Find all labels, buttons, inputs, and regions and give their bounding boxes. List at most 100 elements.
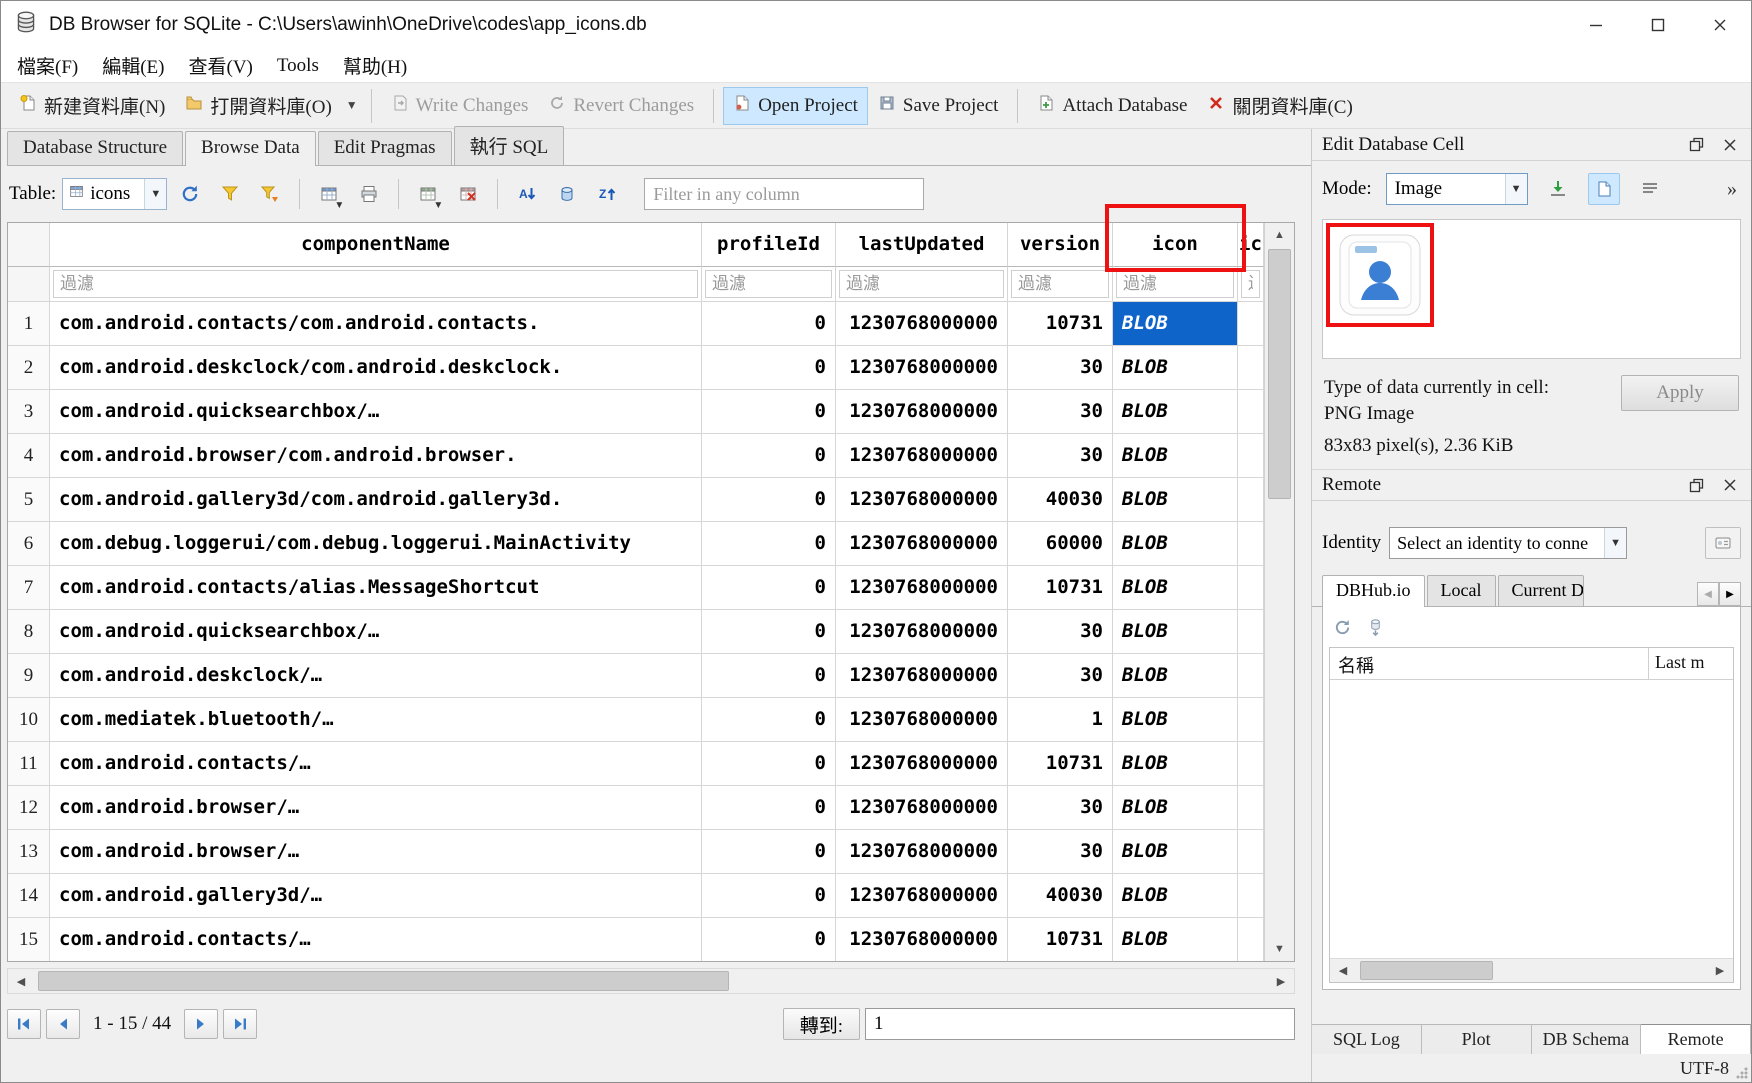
cell-icon[interactable]: BLOB [1113,346,1238,390]
cell-icon[interactable]: BLOB [1113,390,1238,434]
row-number[interactable]: 15 [8,918,50,961]
filter-version-input[interactable] [1011,270,1109,298]
row-number[interactable]: 4 [8,434,50,478]
encoding-indicator[interactable]: UTF-8 [1680,1058,1729,1079]
row-number[interactable]: 11 [8,742,50,786]
tab-execute-sql[interactable]: 執行 SQL [454,126,565,165]
cell-version[interactable]: 30 [1008,346,1113,390]
row-number[interactable]: 9 [8,654,50,698]
cell-extra[interactable] [1238,566,1264,610]
cell-version[interactable]: 1 [1008,698,1113,742]
cell-profileId[interactable]: 0 [702,874,836,918]
export-data-button[interactable] [1588,173,1620,205]
cell-componentName[interactable]: com.android.contacts/… [50,742,702,786]
float-panel-icon[interactable] [1685,474,1707,496]
cell-icon[interactable]: BLOB [1113,478,1238,522]
write-changes-button[interactable]: Write Changes [381,87,539,125]
print-button[interactable] [352,177,386,211]
tab-edit-pragmas[interactable]: Edit Pragmas [318,131,452,165]
horizontal-scroll-thumb[interactable] [38,971,729,991]
cell-icon[interactable]: BLOB [1113,918,1238,961]
scroll-left-icon[interactable]: ◀ [8,969,34,993]
filter-lastUpdated-input[interactable] [839,270,1004,298]
cell-version[interactable]: 10731 [1008,566,1113,610]
cell-profileId[interactable]: 0 [702,566,836,610]
remote-tab-local[interactable]: Local [1427,575,1496,606]
goto-page-input[interactable] [865,1008,1295,1040]
cell-extra[interactable] [1238,830,1264,874]
row-number[interactable]: 3 [8,390,50,434]
cell-version[interactable]: 30 [1008,654,1113,698]
cell-componentName[interactable]: com.android.deskclock/… [50,654,702,698]
menu-file[interactable]: 檔案(F) [5,50,90,81]
close-panel-icon[interactable] [1719,134,1741,156]
cell-componentName[interactable]: com.android.browser/… [50,830,702,874]
cell-lastUpdated[interactable]: 1230768000000 [836,786,1008,830]
more-tools-chevron-icon[interactable]: » [1727,178,1741,201]
cell-profileId[interactable]: 0 [702,610,836,654]
cell-extra[interactable] [1238,346,1264,390]
cell-profileId[interactable]: 0 [702,434,836,478]
attach-database-button[interactable]: Attach Database [1027,87,1197,125]
row-number[interactable]: 7 [8,566,50,610]
cell-icon[interactable]: BLOB [1113,874,1238,918]
maximize-button[interactable] [1627,1,1689,49]
goto-button[interactable]: 轉到: [783,1008,860,1040]
cell-lastUpdated[interactable]: 1230768000000 [836,742,1008,786]
cell-extra[interactable] [1238,874,1264,918]
column-header-componentName[interactable]: componentName [50,223,702,267]
cell-componentName[interactable]: com.android.gallery3d/com.android.galler… [50,478,702,522]
close-panel-icon[interactable] [1719,474,1741,496]
new-record-button[interactable]: ▼ [411,177,445,211]
save-results-button[interactable]: ▼ [312,177,346,211]
cell-version[interactable]: 30 [1008,434,1113,478]
cell-lastUpdated[interactable]: 1230768000000 [836,874,1008,918]
dock-tab-sql-log[interactable]: SQL Log [1312,1025,1422,1054]
cell-lastUpdated[interactable]: 1230768000000 [836,302,1008,346]
vertical-scroll-thumb[interactable] [1268,249,1291,499]
remote-list-body[interactable] [1330,680,1733,958]
cell-version[interactable]: 30 [1008,390,1113,434]
dock-tab-plot[interactable]: Plot [1422,1025,1532,1054]
sort-asc-button[interactable]: A [510,177,544,211]
cell-version[interactable]: 30 [1008,786,1113,830]
cell-componentName[interactable]: com.debug.loggerui/com.debug.loggerui.Ma… [50,522,702,566]
tab-browse-data[interactable]: Browse Data [185,131,316,166]
row-number[interactable]: 12 [8,786,50,830]
cell-componentName[interactable]: com.mediatek.bluetooth/… [50,698,702,742]
delete-record-button[interactable] [451,177,485,211]
import-data-button[interactable] [1542,173,1574,205]
cell-profileId[interactable]: 0 [702,478,836,522]
last-page-button[interactable] [223,1009,257,1039]
cell-profileId[interactable]: 0 [702,654,836,698]
cell-lastUpdated[interactable]: 1230768000000 [836,434,1008,478]
menu-edit[interactable]: 編輯(E) [90,50,176,81]
cell-componentName[interactable]: com.android.contacts/alias.MessageShortc… [50,566,702,610]
remote-tab-current-database[interactable]: Current Dat [1498,575,1584,606]
column-header-version[interactable]: version [1008,223,1113,267]
cell-icon[interactable]: BLOB [1113,786,1238,830]
close-database-button[interactable]: 關閉資料庫(C) [1197,85,1362,126]
cell-profileId[interactable]: 0 [702,698,836,742]
scroll-up-icon[interactable]: ▲ [1265,223,1294,247]
database-view-button[interactable] [550,177,584,211]
revert-changes-button[interactable]: Revert Changes [538,87,704,125]
cell-icon[interactable]: BLOB [1113,434,1238,478]
remote-refresh-button[interactable] [1333,618,1352,642]
filter-extra-input[interactable] [1241,270,1260,298]
resize-grip-icon[interactable] [1736,1067,1748,1079]
cell-version[interactable]: 30 [1008,830,1113,874]
cell-version[interactable]: 10731 [1008,918,1113,961]
cell-extra[interactable] [1238,434,1264,478]
refresh-button[interactable] [173,177,207,211]
menu-view[interactable]: 查看(V) [177,50,265,81]
next-page-button[interactable] [184,1009,218,1039]
row-number[interactable]: 13 [8,830,50,874]
cell-version[interactable]: 40030 [1008,874,1113,918]
scroll-left-icon[interactable]: ◀ [1330,959,1356,982]
filter-icon-input[interactable] [1116,270,1234,298]
cell-componentName[interactable]: com.android.quicksearchbox/… [50,390,702,434]
cell-profileId[interactable]: 0 [702,786,836,830]
table-select[interactable]: icons ▼ [62,178,167,210]
row-number[interactable]: 10 [8,698,50,742]
